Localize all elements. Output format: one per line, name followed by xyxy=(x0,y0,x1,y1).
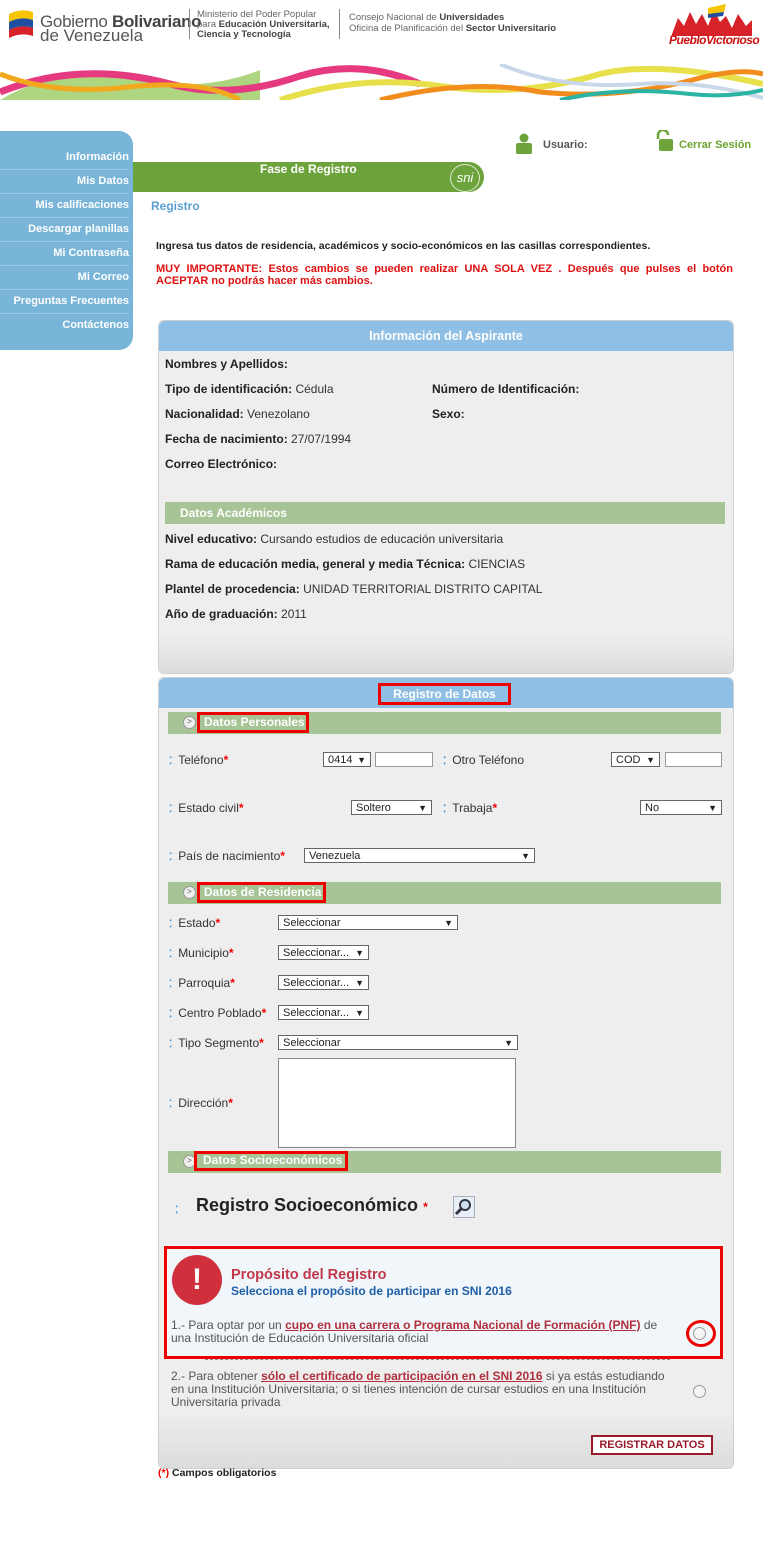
address-textarea[interactable] xyxy=(278,1058,516,1148)
email-row: Correo Electrónico: xyxy=(165,457,278,471)
sidebar-item-informacion[interactable]: Información xyxy=(1,145,129,170)
radio-highlight xyxy=(686,1320,716,1347)
works-label: ⁚ Trabaja* xyxy=(443,801,498,815)
user-icon xyxy=(516,133,532,154)
birth-country-label: ⁚ País de nacimiento* xyxy=(169,849,285,863)
other-phone-input[interactable] xyxy=(665,752,722,767)
registration-title: Registro de Datos xyxy=(378,683,511,705)
sidebar-item-mis-datos[interactable]: Mis Datos xyxy=(1,169,129,194)
civil-status-label: ⁚ Estado civil* xyxy=(169,801,244,815)
purpose-option-2: 2.- Para obtener sólo el certificado de … xyxy=(171,1369,665,1409)
sidebar-item-mi-correo[interactable]: Mi Correo xyxy=(1,265,129,290)
works-select[interactable]: No ▼ xyxy=(640,800,722,815)
chevron-right-icon[interactable]: > xyxy=(183,716,196,729)
town-label: ⁚ Centro Poblado* xyxy=(169,1006,267,1020)
civil-status-select[interactable]: Soltero ▼ xyxy=(351,800,432,815)
divider xyxy=(339,9,340,39)
phone-label: ⁚ Teléfono* xyxy=(169,753,229,767)
phase-banner: Fase de Registro sni xyxy=(133,162,484,192)
purpose-option-1: 1.- Para optar por un cupo en una carrer… xyxy=(171,1318,658,1345)
id-number-row: Número de Identificación: xyxy=(432,382,580,396)
school-row: Plantel de procedencia: UNIDAD TERRITORI… xyxy=(165,582,543,596)
warning-text: MUY IMPORTANTE: Estos cambios se pueden … xyxy=(156,263,733,287)
gov-subtitle: de Venezuela xyxy=(40,26,144,45)
socio-register-dots: ⁚ xyxy=(175,1205,178,1216)
birth-row: Fecha de nacimiento: 27/07/1994 xyxy=(165,432,352,446)
municipality-label: ⁚ Municipio* xyxy=(169,946,234,960)
chevron-right-icon[interactable]: > xyxy=(183,886,196,899)
branch-row: Rama de educación media, general y media… xyxy=(165,557,526,571)
personal-section-title: Datos Personales xyxy=(197,712,309,733)
id-type-row: Tipo de identificación: Cédula xyxy=(165,382,334,396)
register-button[interactable]: REGISTRAR DATOS xyxy=(591,1435,713,1455)
registration-panel: Registro de Datos > Datos Personales ⁚ Te… xyxy=(158,677,734,1469)
intro-text: Ingresa tus datos de residencia, académi… xyxy=(156,240,651,252)
sni-badge: sni xyxy=(450,164,480,192)
residence-section-title: Datos de Residencia xyxy=(197,882,326,903)
municipality-select[interactable]: Seleccionar... ▼ xyxy=(278,945,369,960)
search-icon[interactable] xyxy=(453,1196,475,1218)
grad-row: Año de graduación: 2011 xyxy=(165,607,307,621)
phone-input[interactable] xyxy=(375,752,433,767)
panel-footer xyxy=(159,635,733,673)
sidebar-item-mis-calificaciones[interactable]: Mis calificaciones xyxy=(1,193,129,218)
purpose-subtitle: Selecciona el propósito de participar en… xyxy=(231,1284,512,1298)
purpose-option-2-link[interactable]: sólo el certificado de participación en … xyxy=(261,1369,542,1383)
parish-label: ⁚ Parroquia* xyxy=(169,976,235,990)
sidebar-menu: Información Mis Datos Mis calificaciones… xyxy=(0,131,133,350)
parish-select[interactable]: Seleccionar... ▼ xyxy=(278,975,369,990)
purpose-option-1-link[interactable]: cupo en una carrera o Programa Nacional … xyxy=(285,1318,640,1332)
header: Gobierno Bolivariano de Venezuela Minist… xyxy=(0,0,763,100)
logout-link[interactable]: Cerrar Sesión xyxy=(679,139,751,151)
pueblo-victorioso-text: PuebloVictorioso xyxy=(669,33,760,47)
sex-row: Sexo: xyxy=(432,407,465,421)
sidebar-item-contactenos[interactable]: Contáctenos xyxy=(1,313,129,337)
purpose-option-2-radio[interactable] xyxy=(693,1385,706,1398)
town-select[interactable]: Seleccionar... ▼ xyxy=(278,1005,369,1020)
sidebar-item-descargar-planillas[interactable]: Descargar planillas xyxy=(1,217,129,242)
socio-section-title: Datos Socioeconómicos xyxy=(194,1151,348,1171)
required-footnote: (*) Campos obligatorios xyxy=(158,1467,277,1479)
birth-country-select[interactable]: Venezuela ▼ xyxy=(304,848,535,863)
state-select[interactable]: Seleccionar ▼ xyxy=(278,915,458,930)
phase-title: Fase de Registro xyxy=(260,162,357,176)
level-row: Nivel educativo: Cursando estudios de ed… xyxy=(165,532,504,546)
socio-register-title: Registro Socioeconómico * xyxy=(196,1195,428,1215)
user-label: Usuario: xyxy=(543,139,588,151)
sidebar-item-mi-contrasena[interactable]: Mi Contraseña xyxy=(1,241,129,266)
nationality-row: Nacionalidad: Venezolano xyxy=(165,407,310,421)
purpose-title: Propósito del Registro xyxy=(231,1267,387,1283)
ministry-name: Ministerio del Poder Popular para Educac… xyxy=(197,9,330,40)
council-name: Consejo Nacional de Universidades Oficin… xyxy=(349,12,557,34)
breadcrumb: Registro xyxy=(151,199,200,213)
divider xyxy=(189,9,190,39)
phone-code-select[interactable]: 0414 ▼ xyxy=(323,752,371,767)
other-phone-label: ⁚ Otro Teléfono xyxy=(443,753,525,767)
decorative-waves xyxy=(0,64,763,100)
applicant-panel: Información del Aspirante Nombres y Apel… xyxy=(158,320,734,674)
venezuela-flag-icon xyxy=(9,10,33,38)
sidebar-item-preguntas-frecuentes[interactable]: Preguntas Frecuentes xyxy=(1,289,129,314)
exclamation-icon: ! xyxy=(172,1255,222,1305)
divider xyxy=(205,1359,670,1360)
segment-select[interactable]: Seleccionar ▼ xyxy=(278,1035,518,1050)
other-phone-code-select[interactable]: COD ▼ xyxy=(611,752,660,767)
applicant-panel-title: Información del Aspirante xyxy=(159,321,733,351)
academic-section-title: Datos Académicos xyxy=(165,502,725,524)
unlock-icon[interactable] xyxy=(655,130,675,152)
state-label: ⁚ Estado* xyxy=(169,916,221,930)
segment-label: ⁚ Tipo Segmento* xyxy=(169,1036,264,1050)
names-row: Nombres y Apellidos: xyxy=(165,357,288,371)
address-label: ⁚ Dirección* xyxy=(169,1096,233,1110)
